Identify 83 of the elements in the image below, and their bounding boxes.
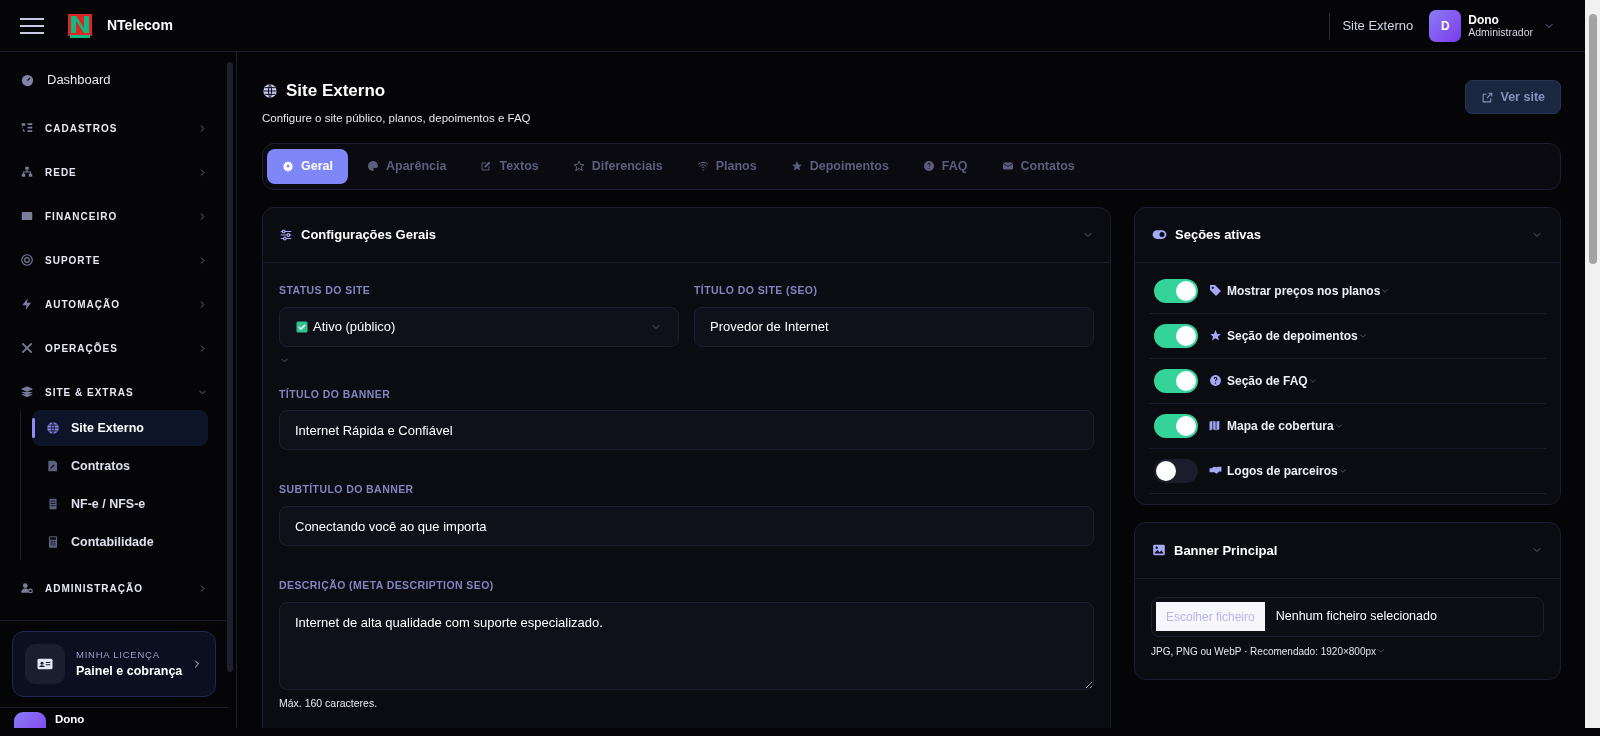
tab-icon	[922, 160, 935, 173]
page-title: Site Externo	[286, 80, 386, 102]
item-icon	[46, 459, 60, 473]
file-input[interactable]: Escolher ficheiro Nenhum ficheiro selecionado	[1151, 596, 1544, 637]
license-title: Painel e cobrança	[76, 662, 184, 680]
toggle-switch[interactable]	[1154, 278, 1198, 303]
file-hint: JPG, PNG ou WebP · Recomendado: 1920×800px	[1151, 644, 1377, 659]
sidebar-item[interactable]: Dashboard	[20, 58, 208, 102]
scroll-thumb[interactable]	[1588, 14, 1597, 264]
toggle-switch[interactable]	[1154, 323, 1198, 348]
tab-icon	[480, 160, 493, 173]
scroll-thumb[interactable]	[227, 62, 233, 672]
toggle-label: Seção de depoimentos	[1227, 327, 1358, 345]
group-icon	[20, 581, 34, 595]
sidebar-group[interactable]: SUPORTE	[20, 238, 208, 282]
field-label: STATUS DO SITE	[279, 282, 372, 298]
field-label: TÍTULO DO BANNER	[279, 386, 392, 402]
field-hint: Máx. 160 caracteres.	[279, 695, 379, 711]
text-field[interactable]: Provedor de Internet	[694, 306, 1094, 347]
avatar[interactable]: D	[1429, 9, 1462, 42]
sidebar-group[interactable]: FINANCEIRO	[20, 194, 208, 238]
globe-icon	[262, 82, 278, 99]
toggle-switch[interactable]	[1154, 368, 1198, 393]
user-name: Dono	[1468, 13, 1500, 26]
status-select[interactable]: Ativo (público)	[279, 306, 679, 347]
sidebar-subitem[interactable]: Contratos	[32, 448, 208, 484]
field-label: DESCRIÇÃO (META DESCRIPTION SEO)	[279, 578, 495, 593]
description-field[interactable]: Internet de alta qualidade com suporte especializado.	[279, 601, 1094, 690]
logo-icon	[68, 13, 92, 38]
sidebar-subitem[interactable]: Contabilidade	[32, 524, 208, 560]
row-icon	[1209, 374, 1222, 388]
group-icon	[20, 341, 34, 355]
group-icon	[20, 385, 34, 399]
sidebar-subitem[interactable]: NF-e / NFS-e	[32, 486, 208, 522]
sidebar-group[interactable]: AUTOMAÇÃO	[20, 282, 208, 326]
image-icon	[1152, 543, 1166, 558]
item-icon	[46, 535, 60, 549]
group-icon	[20, 253, 34, 267]
toggle-label: Logos de parceiros	[1227, 462, 1338, 480]
group-icon	[20, 209, 34, 223]
sidebar-group[interactable]: CADASTROS	[20, 106, 208, 150]
checkmark-icon	[296, 320, 308, 333]
text-field[interactable]: Internet Rápida e Confiável	[279, 410, 1094, 451]
item-icon	[46, 421, 60, 435]
group-icon	[20, 165, 34, 179]
row-icon	[1209, 329, 1222, 343]
row-icon	[1209, 419, 1222, 433]
tab-icon	[1001, 160, 1014, 173]
sidebar-subitem[interactable]: Site Externo	[32, 410, 208, 446]
user-role: Administrador	[1468, 25, 1533, 38]
license-caption: MINHA LICENÇA	[76, 647, 161, 662]
toggle-switch[interactable]	[1154, 458, 1198, 483]
text-field[interactable]: Conectando você ao que importa	[279, 506, 1094, 546]
tab-icon	[572, 160, 585, 173]
row-icon	[1209, 284, 1222, 298]
dashboard-icon	[20, 72, 35, 88]
group-icon	[20, 297, 34, 311]
toggle-label: Mostrar preços nos planos	[1227, 282, 1381, 300]
sidebar-group[interactable]: REDE	[20, 150, 208, 194]
toggle-label: Seção de FAQ	[1227, 372, 1308, 390]
tab-icon	[366, 160, 379, 173]
card-title: Seções ativas	[1175, 226, 1262, 244]
breadcrumb: Site Externo	[1342, 16, 1414, 35]
license-card[interactable]: MINHA LICENÇA Painel e cobrança	[12, 631, 216, 697]
external-link-icon	[1480, 90, 1494, 104]
card-title: Configurações Gerais	[301, 226, 438, 244]
sidebar-group[interactable]: ADMINISTRAÇÃO	[20, 566, 208, 610]
group-icon	[20, 121, 34, 135]
page-subtitle: Configure o site público, planos, depoimentos e FAQ	[262, 110, 531, 126]
sidebar-group[interactable]: OPERAÇÕES	[20, 326, 208, 370]
card-title: Banner Principal	[1174, 541, 1279, 560]
scrollbar[interactable]	[1585, 0, 1600, 728]
sliders-icon	[279, 227, 293, 242]
field-label: TÍTULO DO SITE (SEO)	[694, 282, 819, 298]
view-site-button[interactable]: Ver site	[1464, 80, 1561, 114]
toggle-switch[interactable]	[1154, 413, 1198, 438]
field-label: SUBTÍTULO DO BANNER	[279, 482, 415, 498]
app-name: NTelecom	[107, 16, 173, 35]
tab-icon	[696, 160, 709, 173]
user-name: Dono	[55, 712, 85, 726]
toggle-label: Mapa de cobertura	[1227, 417, 1334, 435]
tab-icon	[282, 160, 294, 173]
tab-icon	[790, 160, 803, 173]
